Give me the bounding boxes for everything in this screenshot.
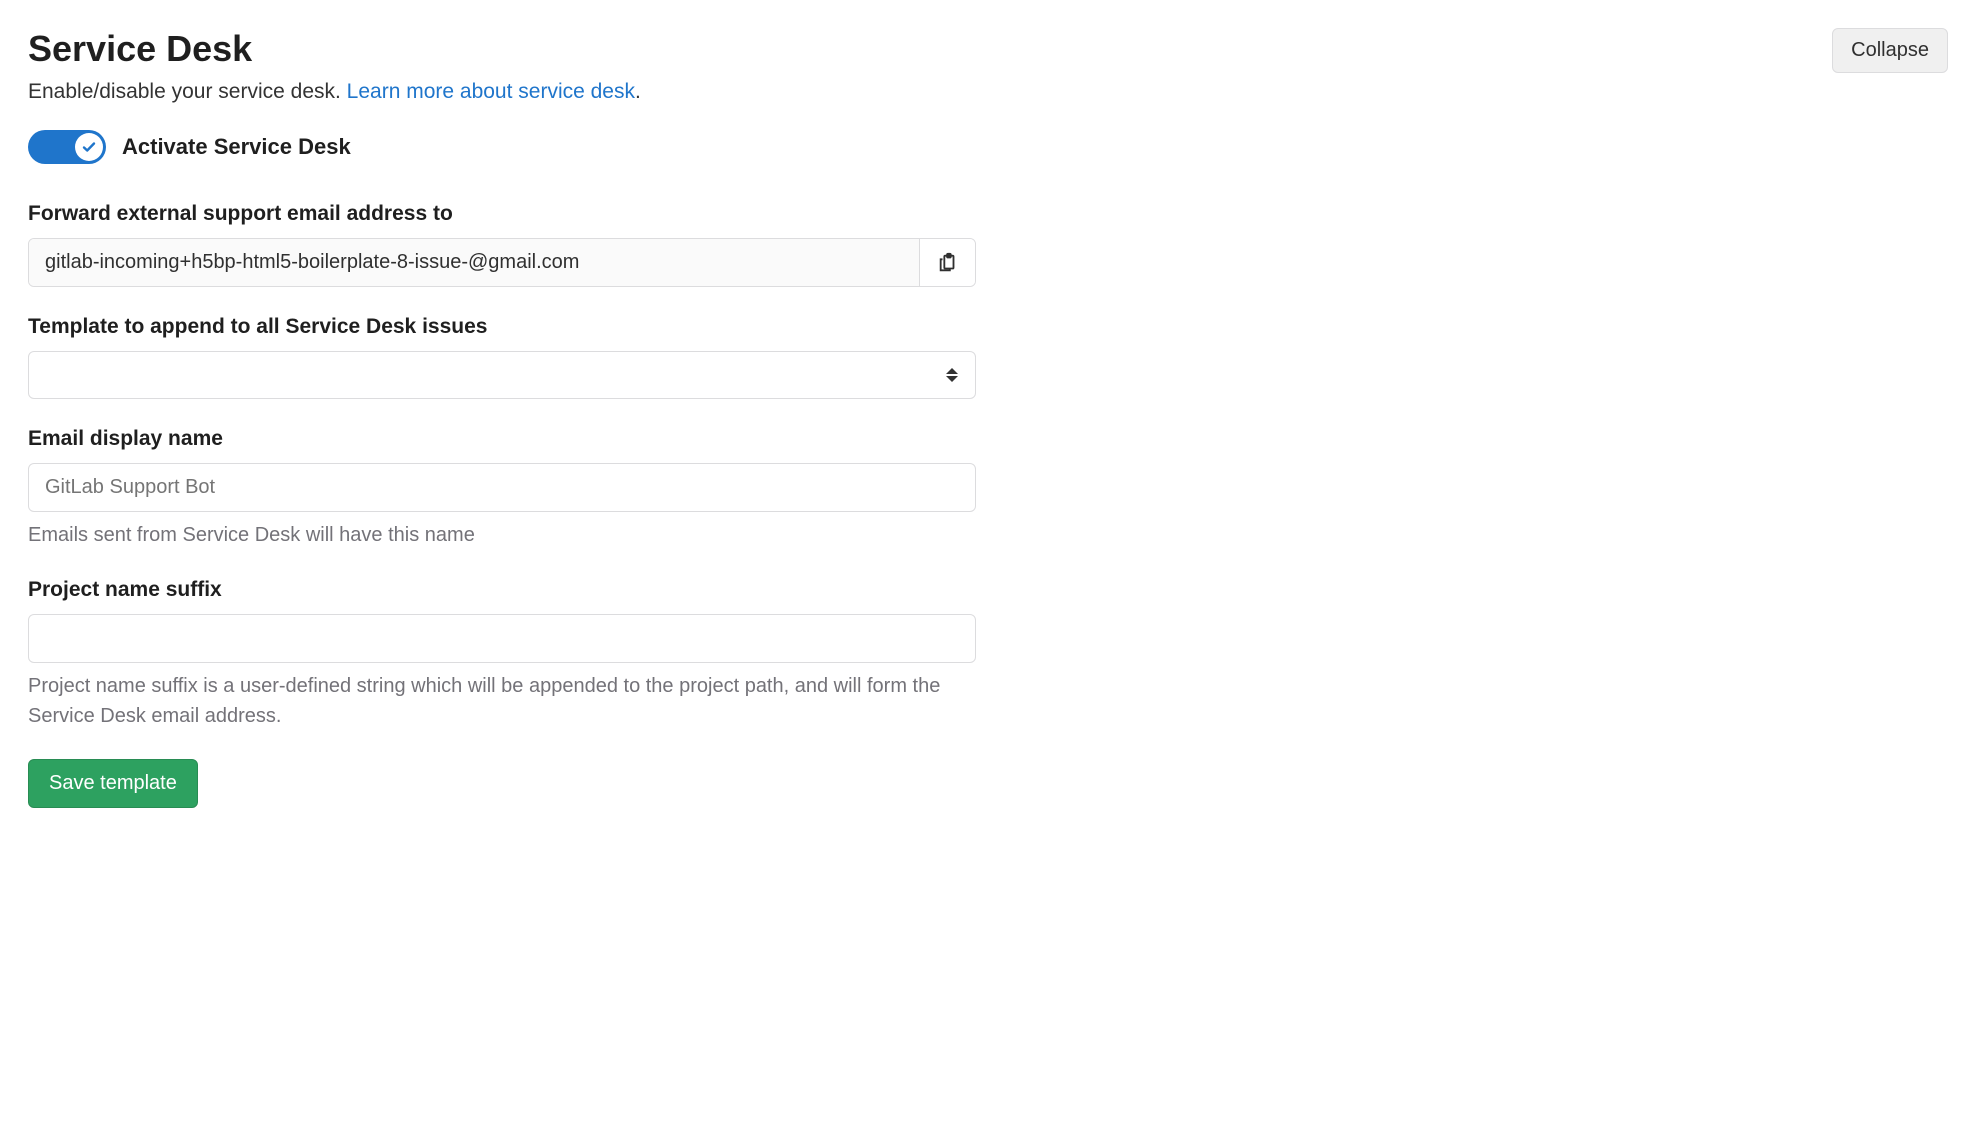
collapse-button[interactable]: Collapse bbox=[1832, 28, 1948, 73]
display-name-help: Emails sent from Service Desk will have … bbox=[28, 520, 976, 550]
activate-toggle[interactable] bbox=[28, 130, 106, 164]
display-name-input[interactable] bbox=[28, 463, 976, 512]
subtitle-suffix: . bbox=[635, 80, 641, 103]
template-label: Template to append to all Service Desk i… bbox=[28, 315, 976, 339]
project-suffix-help: Project name suffix is a user-defined st… bbox=[28, 671, 976, 731]
toggle-knob bbox=[75, 133, 103, 161]
subtitle-text: Enable/disable your service desk. bbox=[28, 80, 347, 103]
clipboard-icon bbox=[937, 252, 959, 274]
activate-toggle-label: Activate Service Desk bbox=[122, 134, 351, 160]
check-icon bbox=[81, 139, 97, 155]
page-title: Service Desk bbox=[28, 28, 641, 70]
copy-email-button[interactable] bbox=[919, 239, 975, 286]
learn-more-link[interactable]: Learn more about service desk bbox=[347, 80, 635, 103]
forward-email-label: Forward external support email address t… bbox=[28, 202, 976, 226]
display-name-label: Email display name bbox=[28, 427, 976, 451]
page-subtitle: Enable/disable your service desk. Learn … bbox=[28, 80, 641, 104]
save-template-button[interactable]: Save template bbox=[28, 759, 198, 808]
project-suffix-label: Project name suffix bbox=[28, 578, 976, 602]
forward-email-input[interactable] bbox=[29, 239, 919, 286]
template-select[interactable] bbox=[28, 351, 976, 399]
project-suffix-input[interactable] bbox=[28, 614, 976, 663]
